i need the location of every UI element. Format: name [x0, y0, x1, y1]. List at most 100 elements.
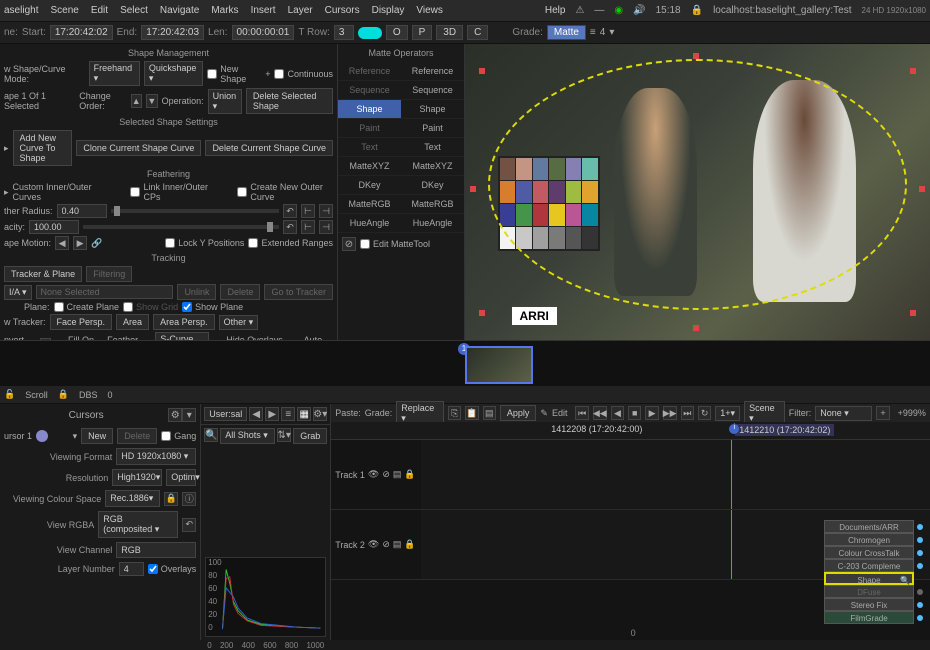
kf-prev-icon[interactable]: ⊢ — [301, 220, 315, 234]
matte-left-dkey[interactable]: DKey — [338, 176, 401, 195]
step-fwd-icon[interactable]: ▶▶ — [663, 406, 677, 420]
control-point[interactable] — [470, 186, 476, 192]
control-point[interactable] — [910, 310, 916, 316]
p-button[interactable]: P — [412, 25, 433, 40]
tracker-plane-tab[interactable]: Tracker & Plane — [4, 266, 82, 282]
motion-prev-icon[interactable]: ◀ — [55, 236, 69, 250]
matte-right-text[interactable]: Text — [401, 138, 464, 157]
lock-y-checkbox[interactable]: Lock Y Positions — [165, 238, 244, 248]
opacity-slider[interactable] — [83, 225, 279, 229]
lock-icon[interactable]: 🔒 — [164, 492, 178, 506]
delete-cursor-button[interactable]: Delete — [117, 428, 157, 444]
undo-icon[interactable]: ↶ — [283, 220, 297, 234]
stack-shape[interactable]: Shape🔍 — [824, 572, 914, 585]
motion-next-icon[interactable]: ▶ — [73, 236, 87, 250]
options-icon[interactable]: ▾ — [182, 408, 196, 422]
list-icon[interactable]: ≡ — [281, 407, 295, 421]
delete-tracker-button[interactable]: Delete — [220, 284, 260, 300]
matte-left-mattexyz[interactable]: MatteXYZ — [338, 157, 401, 176]
add-curve-button[interactable]: Add New Curve To Shape — [13, 130, 73, 166]
grab-button[interactable]: Grab — [293, 428, 327, 444]
menu-cursors[interactable]: Cursors — [325, 5, 360, 16]
start-field[interactable]: 17:20:42:02 — [50, 25, 113, 40]
face-persp-button[interactable]: Face Persp. — [50, 314, 113, 330]
menu-baselight[interactable]: aselight — [4, 5, 38, 16]
goto-start-icon[interactable]: ⏮ — [575, 406, 588, 420]
freehand-select[interactable]: Freehand ▾ — [89, 61, 140, 86]
link-cps-checkbox[interactable]: Link Inner/Outer CPs — [130, 182, 213, 202]
stripes-icon[interactable]: ≡ — [590, 27, 596, 38]
filtering-tab[interactable]: Filtering — [86, 266, 132, 282]
user-select[interactable]: User:sal — [204, 407, 247, 421]
matte-button[interactable]: Matte — [547, 25, 586, 40]
matte-left-shape[interactable]: Shape — [338, 100, 401, 119]
goto-end-icon[interactable]: ⏭ — [681, 406, 694, 420]
lock-icon[interactable]: 🔒 — [404, 469, 415, 480]
plus-icon[interactable]: + — [876, 406, 889, 420]
overlays-checkbox[interactable]: Overlays — [148, 564, 197, 574]
move-down-icon[interactable]: ▼ — [146, 94, 158, 108]
copy-icon[interactable]: ⎘ — [448, 406, 461, 420]
new-shape-checkbox[interactable]: New Shape — [207, 64, 261, 84]
stack-documents[interactable]: Documents/ARR — [824, 520, 914, 533]
clone-curve-button[interactable]: Clone Current Shape Curve — [76, 140, 201, 156]
create-outer-checkbox[interactable]: Create New Outer Curve — [237, 182, 333, 202]
step-back-icon[interactable]: ◀◀ — [593, 406, 607, 420]
edit-label[interactable]: Edit — [552, 408, 568, 418]
matte-right-mattergb[interactable]: MatteRGB — [401, 195, 464, 214]
chevron-down-icon[interactable]: ▾ — [609, 27, 614, 38]
mute-icon[interactable]: ⊘ — [382, 469, 390, 480]
matte-left-hueangle[interactable]: HueAngle — [338, 214, 401, 233]
all-shots-select[interactable]: All Shots ▾ — [220, 428, 275, 444]
menu-help[interactable]: Help — [545, 5, 566, 16]
edit-icon[interactable]: ✎ — [540, 408, 548, 419]
control-point[interactable] — [479, 68, 485, 74]
timeline-ruler[interactable]: 1412208 (17:20:42:00) 1412210 (17:20:42:… — [331, 422, 930, 440]
search-icon[interactable]: 🔍 — [204, 428, 218, 442]
prev-icon[interactable]: ◀ — [249, 407, 263, 421]
viewer[interactable]: ARRI — [465, 44, 930, 340]
union-select[interactable]: Union ▾ — [208, 89, 242, 114]
resolution-opt-select[interactable]: Optim▾ — [166, 469, 196, 486]
eye-icon[interactable]: 👁 — [368, 469, 379, 480]
matte-right-reference[interactable]: Reference — [401, 62, 464, 81]
other-select[interactable]: Other ▾ — [219, 315, 259, 330]
trow-field[interactable]: 3 — [334, 25, 354, 40]
opacity-input[interactable] — [29, 220, 79, 234]
kf-next-icon[interactable]: ⊣ — [319, 220, 333, 234]
colour-space-select[interactable]: Rec.1886▾ — [105, 490, 160, 507]
cursor-color-icon[interactable] — [36, 430, 48, 442]
control-point[interactable] — [919, 186, 925, 192]
stop-icon[interactable]: ■ — [628, 406, 641, 420]
new-cursor-button[interactable]: New — [81, 428, 113, 444]
stack-chromogen[interactable]: Chromogen — [824, 533, 914, 546]
show-grid-checkbox[interactable]: Show Grid — [123, 302, 178, 312]
settings-icon[interactable]: ⚙ — [168, 408, 182, 422]
end-field[interactable]: 17:20:42:03 — [141, 25, 204, 40]
matte-left-paint[interactable]: Paint — [338, 119, 401, 138]
ext-ranges-checkbox[interactable]: Extended Ranges — [248, 238, 333, 248]
control-point[interactable] — [693, 325, 699, 331]
undo-icon[interactable]: ↶ — [182, 518, 196, 532]
control-point[interactable] — [479, 310, 485, 316]
chevron-down-icon[interactable]: ▾ — [73, 431, 78, 442]
menu-insert[interactable]: Insert — [251, 5, 276, 16]
view-channel-select[interactable]: RGB — [116, 542, 196, 558]
unlink-button[interactable]: Unlink — [177, 284, 216, 300]
warning-icon[interactable]: ⚠ — [575, 5, 584, 16]
shape-overlay-ellipse[interactable] — [488, 59, 907, 311]
len-field[interactable]: 00:00:00:01 — [232, 25, 295, 40]
delete-curve-button[interactable]: Delete Current Shape Curve — [205, 140, 333, 156]
control-point[interactable] — [910, 68, 916, 74]
edit-mattetool-checkbox[interactable]: Edit MatteTool — [360, 239, 430, 249]
paste-icon[interactable]: 📋 — [465, 406, 478, 420]
track1-content[interactable] — [421, 440, 930, 509]
kf-prev-icon[interactable]: ⊢ — [301, 204, 315, 218]
stack-dfuse[interactable]: DFuse — [824, 585, 914, 598]
viewing-format-select[interactable]: HD 1920x1080 ▾ — [116, 448, 196, 465]
apply-button[interactable]: Apply — [500, 405, 537, 421]
matte-left-mattergb[interactable]: MatteRGB — [338, 195, 401, 214]
menu-marks[interactable]: Marks — [211, 5, 238, 16]
matte-left-text[interactable]: Text — [338, 138, 401, 157]
area-persp-button[interactable]: Area Persp. — [153, 314, 215, 330]
